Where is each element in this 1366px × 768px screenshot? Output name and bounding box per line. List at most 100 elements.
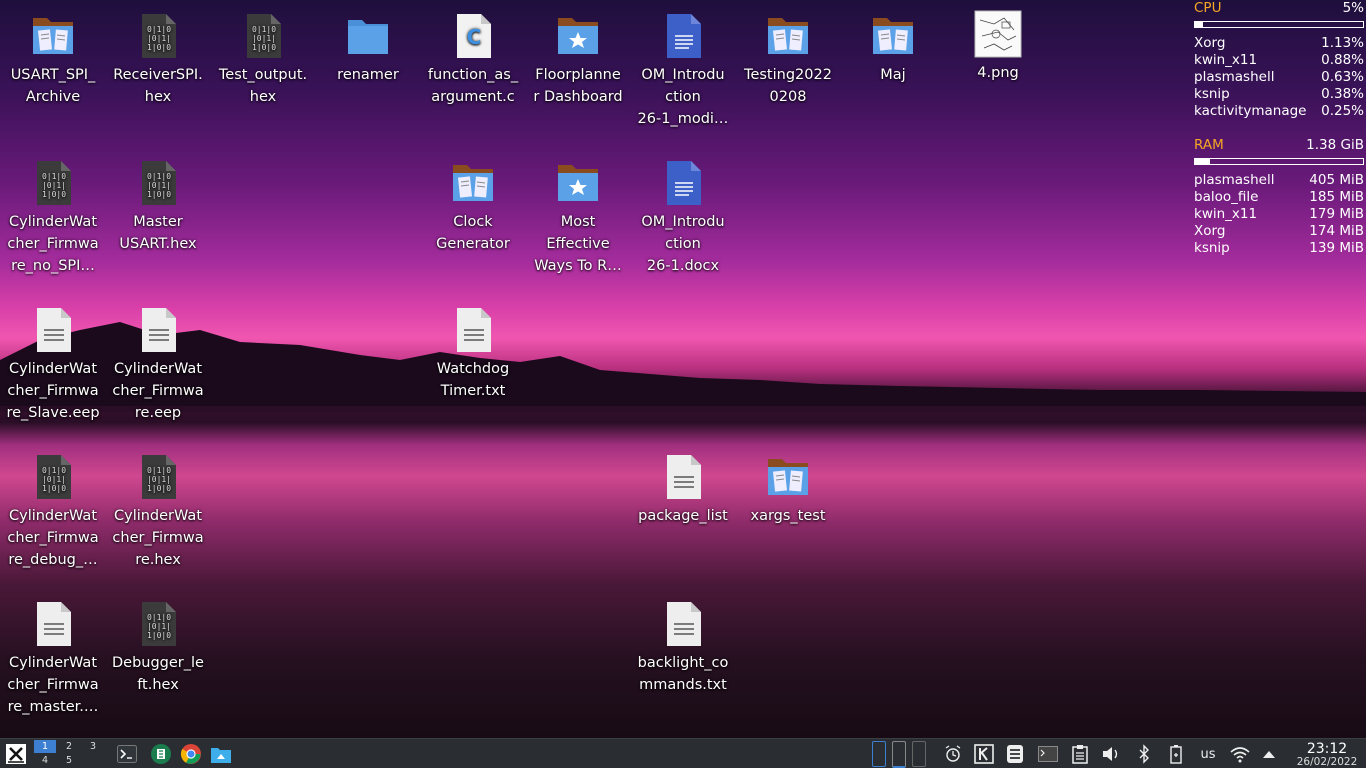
process-value: 185 MiB	[1309, 189, 1364, 205]
desktop-icon[interactable]: OM_Introdu ction 26-1.docx	[633, 159, 733, 277]
process-value: 139 MiB	[1309, 240, 1364, 256]
folder-documents-icon	[29, 12, 77, 60]
virtual-desktop-pager: 123 45	[34, 740, 106, 768]
text-file-icon	[449, 306, 497, 354]
terminal-icon	[117, 745, 137, 763]
process-row: kwin_x11 179 MiB	[1194, 206, 1364, 223]
desktop-icon[interactable]: 0|1|0 |0|1| 1|0|0 Master USART.hex	[108, 159, 208, 255]
clock-date: 26/02/2022	[1296, 756, 1358, 768]
desktop-icon[interactable]: CylinderWat cher_Firmwa re.eep	[108, 306, 208, 424]
desktop-icon-label: Master USART.hex	[119, 214, 197, 252]
cpu-header: CPU 5%	[1194, 0, 1364, 17]
desktop-icon[interactable]: Testing2022 0208	[738, 12, 838, 108]
c-source-file-icon: C	[449, 12, 497, 60]
image-thumbnail-icon	[974, 10, 1022, 58]
desktop-icon[interactable]: backlight_co mmands.txt	[633, 600, 733, 696]
folder-documents-icon	[764, 12, 812, 60]
svg-text:1|0|0: 1|0|0	[42, 484, 66, 493]
desktop-icon[interactable]: 0|1|0 |0|1| 1|0|0 CylinderWat cher_Firmwa r…	[3, 159, 103, 277]
svg-text:|0|1|: |0|1|	[42, 181, 66, 190]
ram-usage-bar	[1194, 158, 1364, 165]
pager-desktop-2[interactable]: 2	[58, 740, 80, 753]
desktop-icon[interactable]: 0|1|0 |0|1| 1|0|0 Test_output. hex	[213, 12, 313, 108]
clipboard-icon[interactable]	[1068, 739, 1092, 768]
wifi-icon[interactable]	[1227, 739, 1253, 768]
desktop-icon[interactable]: Watchdog Timer.txt	[423, 306, 523, 402]
kde-connect-icon[interactable]	[972, 739, 996, 768]
pager-desktop-5[interactable]: 5	[58, 754, 80, 767]
desktop-icon-label: CylinderWat cher_Firmwa re_master.…	[7, 655, 99, 715]
keyboard-layout-indicator[interactable]: us	[1194, 739, 1222, 768]
desktop-icon[interactable]: Cfunction_as_ argument.c	[423, 12, 523, 108]
desktop-icon[interactable]: renamer	[318, 12, 418, 86]
volume-icon[interactable]	[1099, 739, 1123, 768]
task-kicad[interactable]	[148, 739, 174, 768]
desktop-icon[interactable]: 0|1|0 |0|1| 1|0|0 ReceiverSPI. hex	[108, 12, 208, 108]
svg-text:1|0|0: 1|0|0	[42, 190, 66, 199]
desktop-icon[interactable]: 0|1|0 |0|1| 1|0|0 CylinderWat cher_Firmwa r…	[3, 453, 103, 571]
process-value: 179 MiB	[1309, 206, 1364, 222]
svg-text:|0|1|: |0|1|	[147, 475, 171, 484]
clock-time: 23:12	[1306, 741, 1348, 757]
desktop-icon[interactable]: package_list	[633, 453, 733, 527]
desktop-icon-label: OM_Introdu ction 26-1.docx	[641, 214, 725, 274]
process-row: ksnip 0.38%	[1194, 86, 1364, 103]
desktop-icon[interactable]: CylinderWat cher_Firmwa re_Slave.eep	[3, 306, 103, 424]
tray-expand-arrow-icon[interactable]	[1258, 739, 1280, 768]
digital-clock[interactable]: 23:12 26/02/2022	[1288, 739, 1366, 768]
application-launcher-button[interactable]	[2, 739, 30, 768]
desktop-icon-label: Testing2022 0208	[744, 67, 832, 105]
cpu-label: CPU	[1194, 0, 1222, 16]
process-name: ksnip	[1194, 86, 1230, 102]
battery-icon[interactable]	[1164, 739, 1188, 768]
notes-icon[interactable]	[1003, 739, 1027, 768]
task-dolphin[interactable]	[208, 739, 234, 768]
pager-desktop-4[interactable]: 4	[34, 754, 56, 767]
chrome-icon	[180, 744, 201, 764]
alarm-clock-icon[interactable]	[941, 739, 965, 768]
desktop-icon-label: 4.png	[977, 65, 1019, 81]
cpu-usage-bar	[1194, 21, 1364, 28]
panel-spacer-3[interactable]	[910, 739, 928, 768]
svg-text:0|1|0: 0|1|0	[147, 172, 171, 181]
task-konsole[interactable]	[114, 739, 140, 768]
document-icon	[659, 12, 707, 60]
pager-desktop-3[interactable]: 3	[82, 740, 104, 753]
desktop-icon-label: CylinderWat cher_Firmwa re_debug_…	[7, 508, 99, 568]
cpu-value: 5%	[1342, 0, 1364, 16]
desktop-icon-label: Clock Generator	[436, 214, 510, 252]
svg-text:|0|1|: |0|1|	[42, 475, 66, 484]
process-row: Xorg 1.13%	[1194, 35, 1364, 52]
desktop-icon[interactable]: 4.png	[948, 10, 1048, 84]
desktop-icon[interactable]: Maj	[843, 12, 943, 86]
desktop-icon-label: function_as_ argument.c	[427, 67, 519, 105]
pager-desktop-1[interactable]: 1	[34, 740, 56, 753]
desktop-icon-label: CylinderWat cher_Firmwa re_no_SPI…	[7, 214, 99, 274]
svg-text:C: C	[467, 25, 482, 49]
panel-spacer-1[interactable]	[870, 739, 888, 768]
desktop-icon-label: xargs_test	[750, 508, 826, 524]
folder-documents-icon	[869, 12, 917, 60]
folder-favorites-icon	[554, 12, 602, 60]
text-file-icon	[659, 600, 707, 648]
folder-documents-icon	[764, 453, 812, 501]
panel-spacer-2[interactable]	[890, 739, 908, 768]
desktop-icon[interactable]: CylinderWat cher_Firmwa re_master.…	[3, 600, 103, 718]
desktop-icon[interactable]: 0|1|0 |0|1| 1|0|0 CylinderWat cher_Firmwa r…	[108, 453, 208, 571]
desktop-icon[interactable]: Floorplanne r Dashboard	[528, 12, 628, 108]
console-icon[interactable]	[1036, 739, 1060, 768]
desktop-icon[interactable]: 0|1|0 |0|1| 1|0|0 Debugger_le ft.hex	[108, 600, 208, 696]
desktop-icon[interactable]: Clock Generator	[423, 159, 523, 255]
desktop-icon[interactable]: xargs_test	[738, 453, 838, 527]
desktop-icon[interactable]: USART_SPI_ Archive	[3, 12, 103, 108]
desktop-icon-label: CylinderWat cher_Firmwa re.hex	[112, 508, 204, 568]
cpu-process-list: Xorg 1.13% kwin_x11 0.88% plasmashell 0.63% ks…	[1194, 35, 1364, 120]
binary-file-icon: 0|1|0 |0|1| 1|0|0	[239, 12, 287, 60]
desktop-icon[interactable]: OM_Introdu ction 26-1_modi…	[633, 12, 733, 130]
ram-value: 1.38 GiB	[1306, 137, 1364, 153]
kicad-icon	[151, 744, 171, 764]
desktop-icon[interactable]: Most Effective Ways To R…	[528, 159, 628, 277]
bluetooth-icon[interactable]	[1132, 739, 1156, 768]
svg-text:|0|1|: |0|1|	[147, 622, 171, 631]
task-chrome[interactable]	[178, 739, 204, 768]
